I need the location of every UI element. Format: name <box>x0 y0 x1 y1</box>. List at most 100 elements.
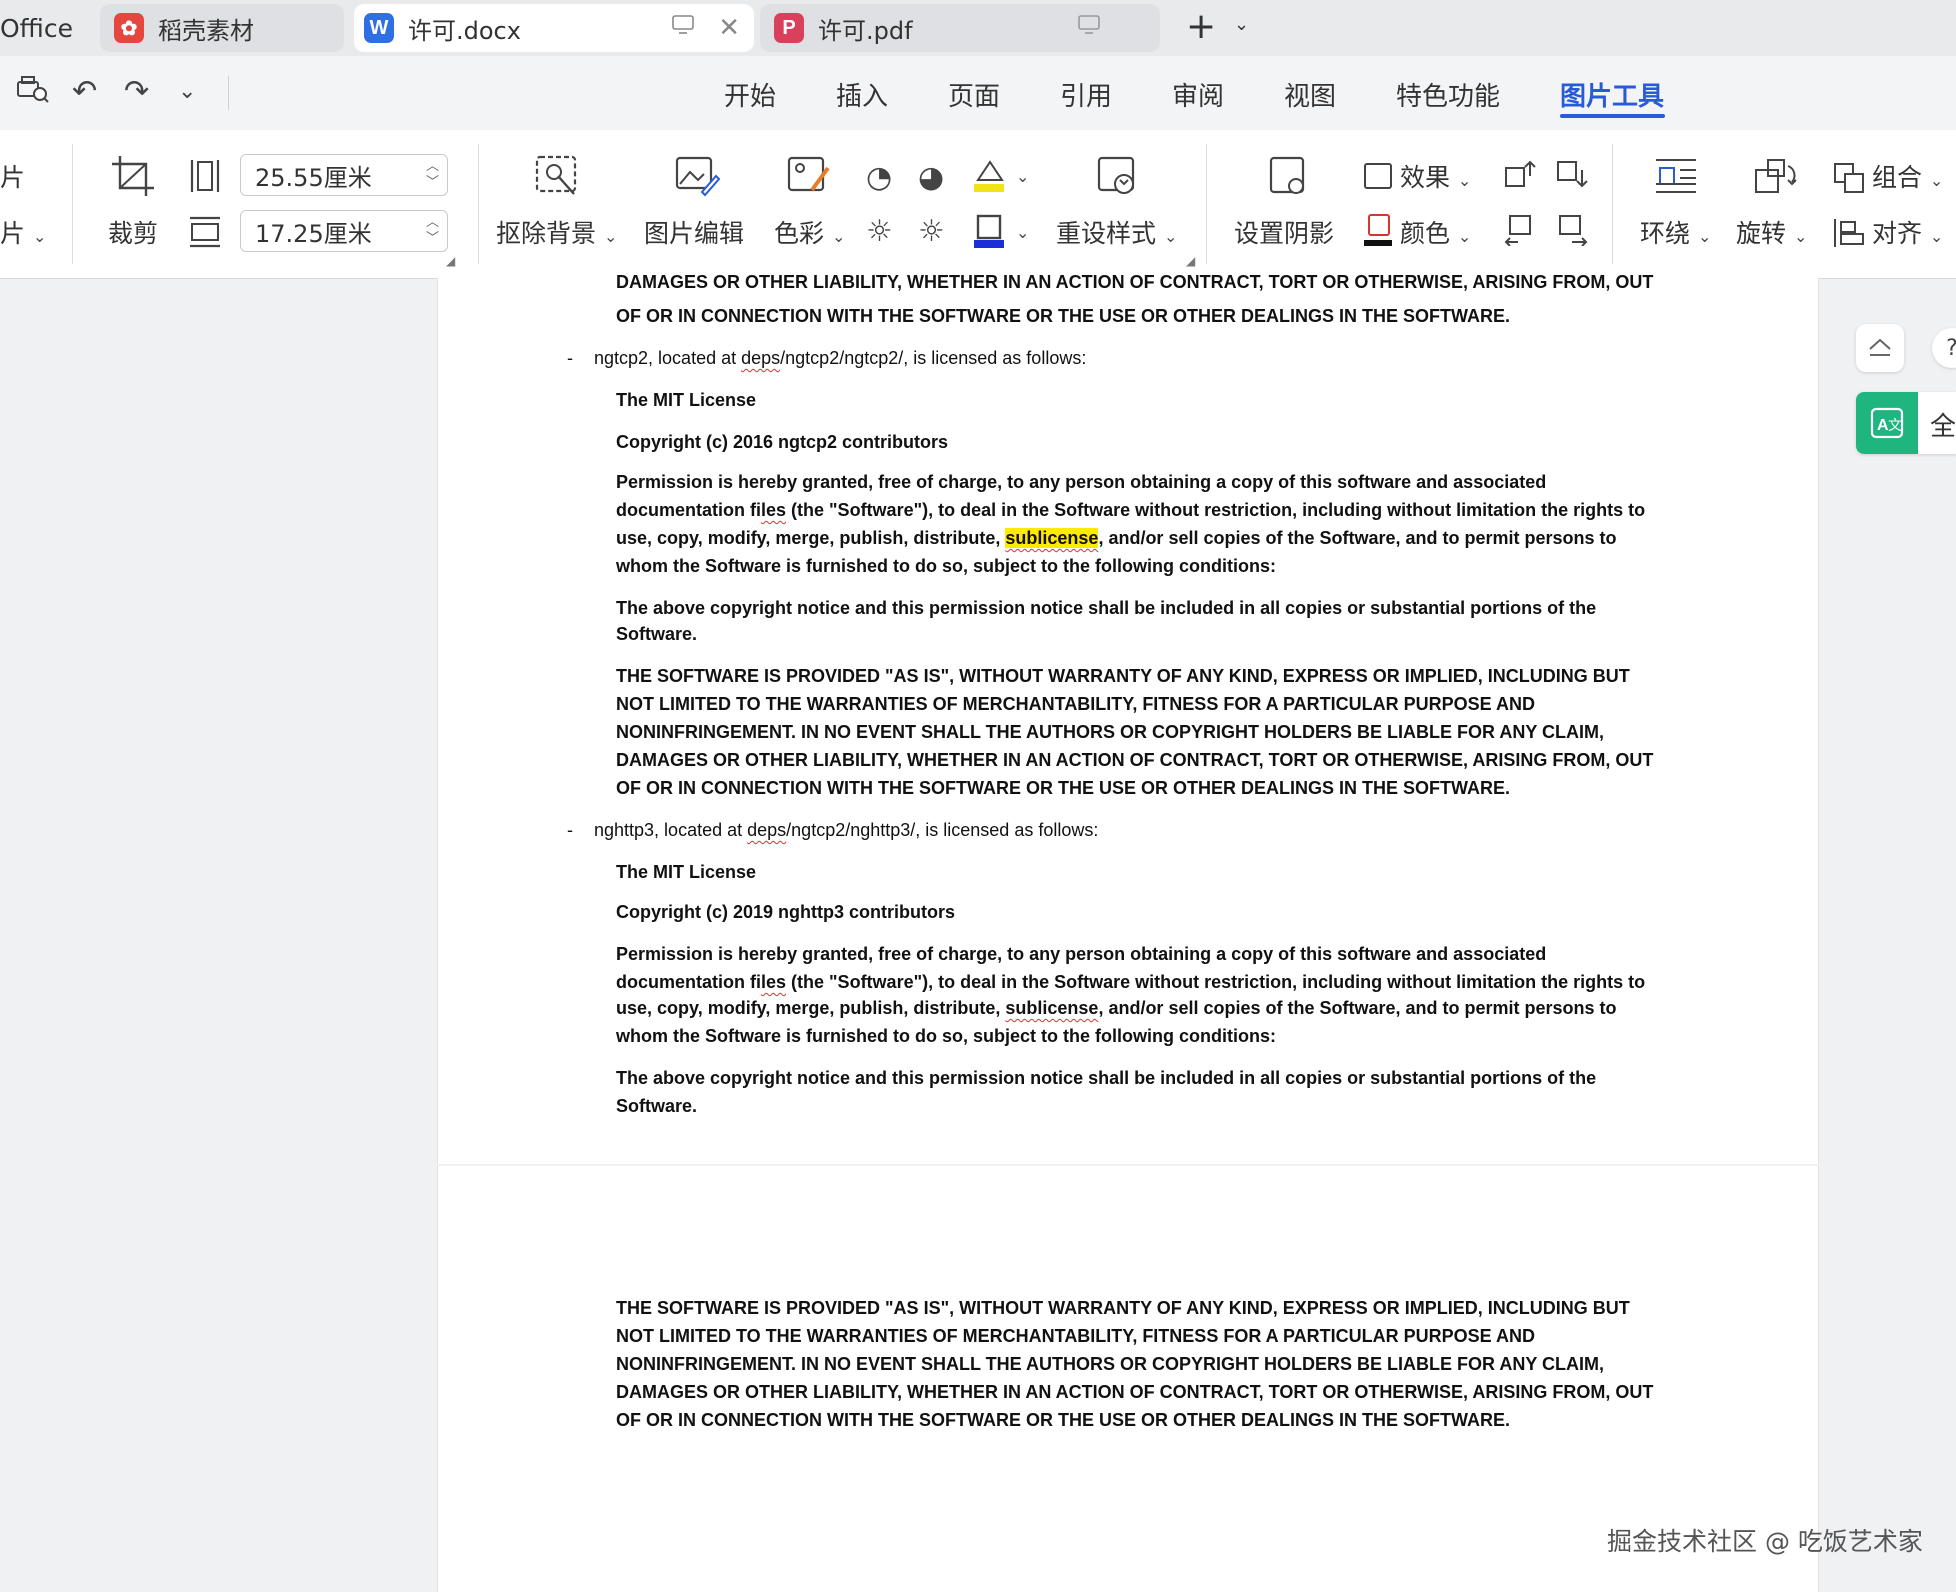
chevron-down-icon: ⌄ <box>1929 171 1944 190</box>
menu-bar: ↶ ↷ ⌄ 开始 插入 页面 引用 审阅 视图 特色功能 图片工具 <box>0 56 1956 130</box>
print-preview-icon[interactable] <box>16 74 50 113</box>
menu-reference[interactable]: 引用 <box>1060 76 1112 113</box>
rotate-icon[interactable] <box>1754 156 1798 200</box>
reset-style-icon[interactable] <box>1096 154 1142 202</box>
tab-docx-label: 许可.docx <box>408 16 521 45</box>
translate-panel[interactable]: A文 全 <box>1856 392 1956 454</box>
menu-review[interactable]: 审阅 <box>1172 76 1224 113</box>
menu-view[interactable]: 视图 <box>1284 76 1336 113</box>
tab-pdf[interactable]: P 许可.pdf <box>760 4 1160 52</box>
reset-style-button[interactable]: 重设样式 ⌄ <box>1056 214 1177 250</box>
rotate-button[interactable]: 旋转 ⌄ <box>1736 214 1807 250</box>
highlight-color-icon[interactable]: ⌄ <box>972 156 1032 200</box>
partial-button-1[interactable]: 片 <box>0 158 25 194</box>
text-line: documentation files (the "Software"), to… <box>616 496 1676 524</box>
wrap-text-icon[interactable] <box>1654 156 1698 200</box>
spelling-mark[interactable]: sublicense <box>1005 998 1098 1018</box>
list-bullet: - <box>567 820 573 840</box>
spinner-icon[interactable]: ︿ ﹀ <box>426 159 439 191</box>
picture-edit-icon[interactable] <box>674 154 721 202</box>
svg-text:文: 文 <box>1888 418 1902 434</box>
copyright-line: Copyright (c) 2019 nghttp3 contributors <box>616 902 956 922</box>
color-tone-icon[interactable] <box>786 154 832 202</box>
help-button[interactable]: ? <box>1932 328 1956 368</box>
dialog-launcher-icon[interactable]: ◢ <box>1186 254 1195 268</box>
text-span: ngtcp2, located at <box>594 348 742 368</box>
effect-icon <box>1364 163 1392 189</box>
chevron-down-icon: ⌄ <box>831 227 846 246</box>
send-backward-icon[interactable] <box>1556 158 1588 194</box>
close-icon[interactable]: ✕ <box>718 13 740 43</box>
svg-text:⌄: ⌄ <box>1016 167 1029 186</box>
picture-edit-label[interactable]: 图片编辑 <box>644 214 744 250</box>
reset-style-label: 重设样式 <box>1056 219 1157 248</box>
partial-button-2[interactable]: 片 ⌄ <box>0 214 46 250</box>
bring-to-front-icon[interactable] <box>1504 214 1536 250</box>
border-color-icon[interactable]: ⌄ <box>972 212 1032 256</box>
undo-icon[interactable]: ↶ <box>72 74 97 110</box>
new-tab-icon[interactable]: + <box>1186 6 1216 47</box>
menu-start[interactable]: 开始 <box>724 76 776 113</box>
crop-icon[interactable] <box>110 154 156 202</box>
fill-color-icon <box>1364 214 1392 246</box>
shadow-icon[interactable] <box>1268 154 1314 202</box>
dialog-launcher-icon[interactable]: ◢ <box>446 254 455 268</box>
color-button[interactable]: 颜色 ⌄ <box>1364 214 1471 250</box>
spinner-icon[interactable]: ︿ ﹀ <box>426 215 439 247</box>
help-icon: ? <box>1946 336 1956 361</box>
decrease-contrast-icon[interactable]: ◕ <box>918 160 944 195</box>
text-line: DAMAGES OR OTHER LIABILITY, WHETHER IN A… <box>616 274 1676 296</box>
chevron-down-icon[interactable]: ⌄ <box>1234 14 1249 35</box>
highlighted-word[interactable]: sublicense <box>1005 528 1099 548</box>
divider <box>1206 144 1207 264</box>
remove-background-button[interactable]: 抠除背景 ⌄ <box>496 214 617 250</box>
color-tone-button[interactable]: 色彩 ⌄ <box>774 214 845 250</box>
spelling-mark[interactable]: deps <box>747 820 786 840</box>
bring-forward-icon[interactable] <box>1504 158 1536 194</box>
text-line: Software. <box>616 1096 698 1116</box>
menu-picture-tools[interactable]: 图片工具 <box>1560 76 1664 113</box>
align-button[interactable]: 对齐 ⌄ <box>1834 214 1943 250</box>
chevron-down-icon: ⌄ <box>603 227 618 246</box>
redo-icon[interactable]: ↷ <box>124 74 149 110</box>
copyright-line: Copyright (c) 2016 ngtcp2 contributors <box>616 432 949 452</box>
effect-label: 效果 <box>1399 163 1450 192</box>
width-input[interactable]: 25.55厘米 ︿ ﹀ <box>240 154 448 196</box>
watermark: 掘金技术社区 @ 吃饭艺术家 <box>1607 1527 1923 1556</box>
divider <box>72 144 73 264</box>
menu-insert[interactable]: 插入 <box>836 76 888 113</box>
tab-office[interactable]: Office <box>0 4 92 52</box>
spelling-mark[interactable]: les <box>761 500 786 520</box>
increase-contrast-icon[interactable]: ◔ <box>866 160 892 195</box>
tab-daoke[interactable]: ✿ 稻壳素材 <box>100 4 344 52</box>
decrease-brightness-icon[interactable]: ☼ <box>918 214 945 249</box>
send-to-back-icon[interactable] <box>1556 214 1588 250</box>
text-line: OF OR IN CONNECTION WITH THE SOFTWARE OR… <box>616 1410 1511 1430</box>
monitor-icon[interactable] <box>672 15 694 41</box>
list-item-text: ngtcp2, located at deps/ngtcp2/ngtcp2/, … <box>594 344 1086 372</box>
daoke-icon: ✿ <box>114 13 144 43</box>
height-input[interactable]: 17.25厘米 ︿ ﹀ <box>240 210 448 252</box>
spelling-mark[interactable]: deps <box>741 348 780 368</box>
set-shadow-label[interactable]: 设置阴影 <box>1234 214 1334 250</box>
menu-special[interactable]: 特色功能 <box>1396 76 1500 113</box>
increase-brightness-icon[interactable]: ☼ <box>866 214 893 249</box>
effect-button[interactable]: 效果 ⌄ <box>1364 158 1471 194</box>
list-item-text: nghttp3, located at deps/ngtcp2/nghttp3/… <box>594 816 1098 844</box>
remove-background-icon[interactable] <box>534 154 580 202</box>
spelling-mark[interactable]: les <box>761 972 786 992</box>
group-icon <box>1834 163 1864 193</box>
text-line: OF OR IN CONNECTION WITH THE SOFTWARE OR… <box>616 306 1511 326</box>
text-line: NOT LIMITED TO THE WARRANTIES OF MERCHAN… <box>616 694 1535 714</box>
group-button[interactable]: 组合 ⌄ <box>1834 158 1943 194</box>
monitor-icon[interactable] <box>1078 15 1100 41</box>
collapse-ribbon-button[interactable] <box>1856 324 1904 372</box>
menu-page[interactable]: 页面 <box>948 76 1000 113</box>
chevron-down-icon[interactable]: ⌄ <box>178 74 196 110</box>
crop-label[interactable]: 裁剪 <box>108 214 158 250</box>
wrap-button[interactable]: 环绕 ⌄ <box>1640 214 1711 250</box>
tab-office-label: Office <box>0 13 73 43</box>
text-line: THE SOFTWARE IS PROVIDED "AS IS", WITHOU… <box>616 1298 1630 1318</box>
text-line: documentation files (the "Software"), to… <box>616 968 1676 996</box>
tab-docx[interactable]: W 许可.docx ✕ <box>354 4 754 52</box>
